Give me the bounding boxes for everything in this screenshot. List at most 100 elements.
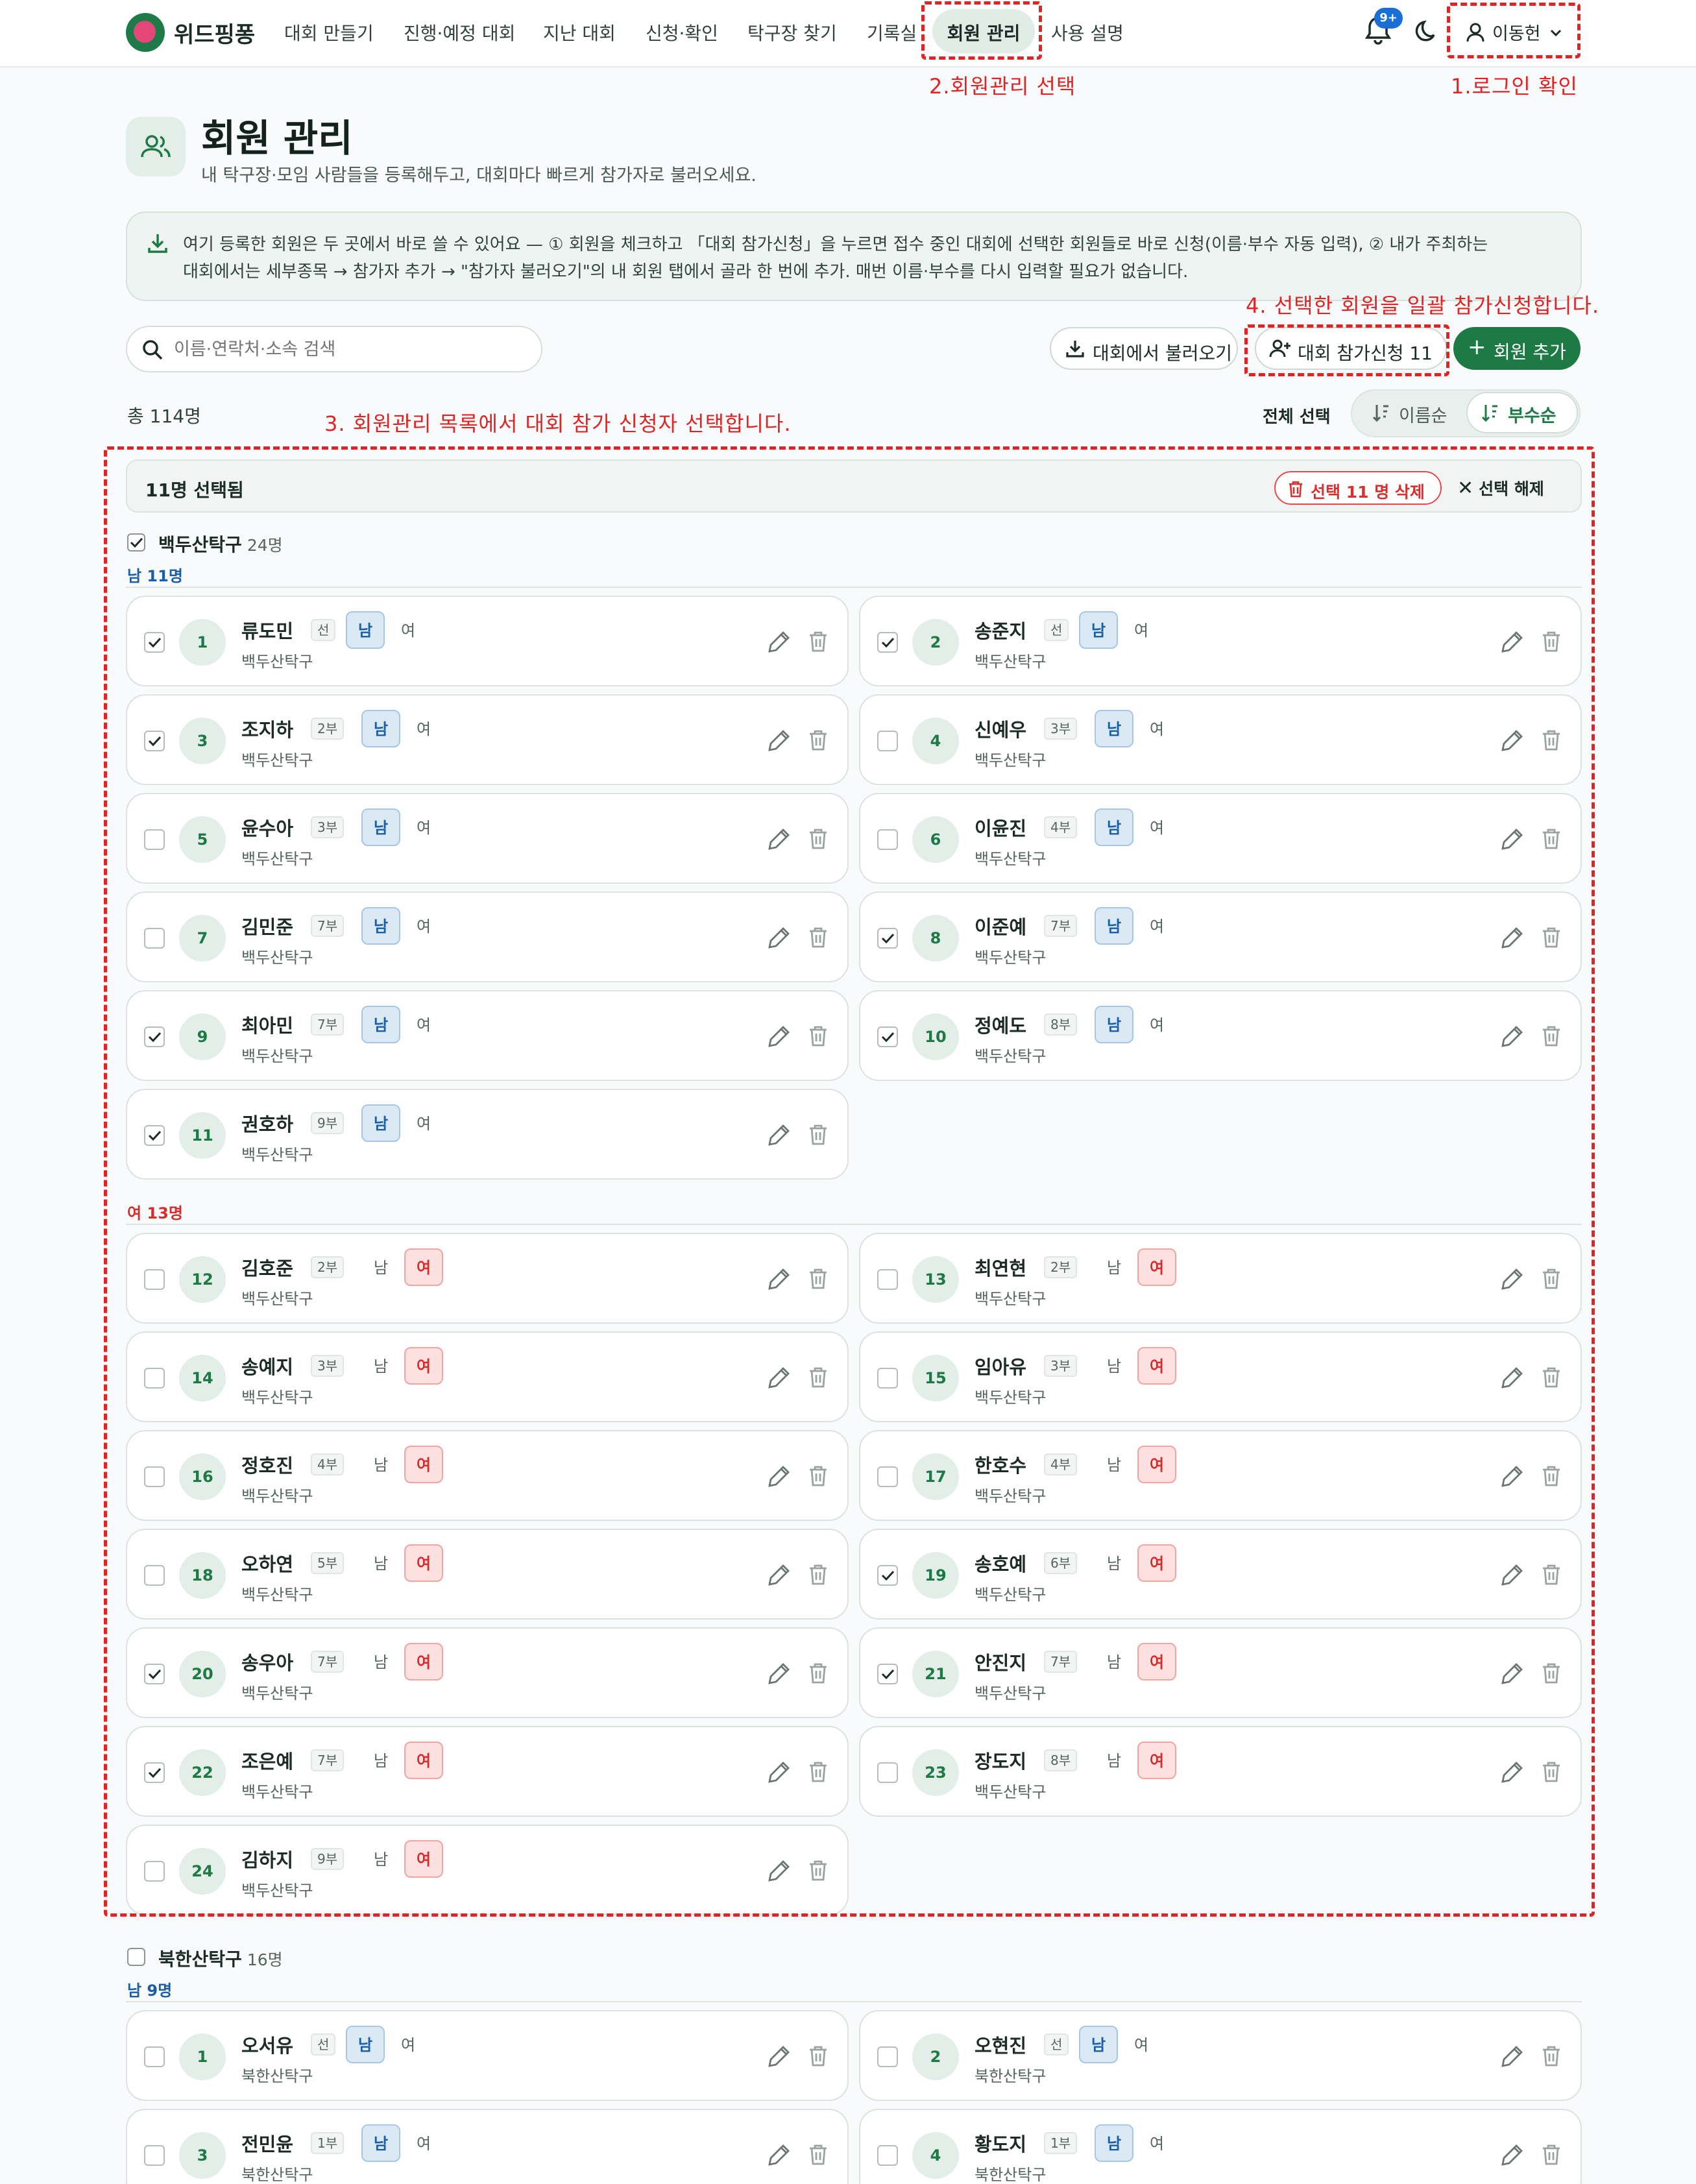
member-card[interactable]: 2 오현진 선 남 여 북한산탁구 xyxy=(859,2010,1582,2101)
nav-item[interactable]: 지난 대회 xyxy=(543,19,616,45)
delete-selected-button[interactable]: 선택 11 명 삭제 xyxy=(1274,471,1442,505)
member-checkbox[interactable] xyxy=(877,731,898,751)
member-checkbox[interactable] xyxy=(877,632,898,653)
gender-male-toggle[interactable]: 남 xyxy=(361,1446,400,1483)
edit-icon[interactable] xyxy=(766,1857,793,1884)
member-checkbox[interactable] xyxy=(144,2046,165,2067)
trash-icon[interactable] xyxy=(1538,1364,1565,1391)
member-card[interactable]: 7 김민준 7부 남 여 백두산탁구 xyxy=(126,892,849,982)
member-checkbox[interactable] xyxy=(144,632,165,653)
group-header[interactable]: 백두산탁구 24명 xyxy=(127,531,283,557)
member-checkbox[interactable] xyxy=(877,928,898,949)
member-checkbox[interactable] xyxy=(877,1269,898,1290)
member-checkbox[interactable] xyxy=(877,1565,898,1586)
member-checkbox[interactable] xyxy=(144,829,165,850)
member-card[interactable]: 5 윤수아 3부 남 여 백두산탁구 xyxy=(126,793,849,884)
trash-icon[interactable] xyxy=(1538,1758,1565,1786)
member-card[interactable]: 3 전민윤 1부 남 여 북한산탁구 xyxy=(126,2109,849,2184)
member-card[interactable]: 4 신예우 3부 남 여 백두산탁구 xyxy=(859,694,1582,785)
trash-icon[interactable] xyxy=(805,1462,832,1490)
nav-item[interactable]: 신청·확인 xyxy=(646,19,718,45)
trash-icon[interactable] xyxy=(1538,727,1565,754)
edit-icon[interactable] xyxy=(1499,825,1526,853)
import-from-tournament-button[interactable]: 대회에서 불러오기 xyxy=(1050,327,1238,370)
edit-icon[interactable] xyxy=(766,1121,793,1148)
trash-icon[interactable] xyxy=(805,1758,832,1786)
moon-icon[interactable] xyxy=(1413,17,1439,45)
gender-female-toggle[interactable]: 여 xyxy=(1137,1643,1176,1680)
gender-male-toggle[interactable]: 남 xyxy=(361,1544,400,1582)
trash-icon[interactable] xyxy=(1538,1462,1565,1490)
member-card[interactable]: 11 권호하 9부 남 여 백두산탁구 xyxy=(126,1089,849,1180)
group-checkbox[interactable] xyxy=(127,1948,145,1966)
trash-icon[interactable] xyxy=(1538,924,1565,951)
member-checkbox[interactable] xyxy=(877,1368,898,1389)
member-card[interactable]: 16 정호진 4부 남 여 백두산탁구 xyxy=(126,1430,849,1521)
group-header[interactable]: 북한산탁구 16명 xyxy=(127,1945,283,1971)
member-checkbox[interactable] xyxy=(144,1565,165,1586)
gender-male-toggle[interactable]: 남 xyxy=(361,907,400,945)
edit-icon[interactable] xyxy=(766,1364,793,1391)
edit-icon[interactable] xyxy=(766,825,793,853)
trash-icon[interactable] xyxy=(805,1023,832,1050)
gender-male-toggle[interactable]: 남 xyxy=(361,2124,400,2162)
edit-icon[interactable] xyxy=(1499,628,1526,655)
trash-icon[interactable] xyxy=(1538,2141,1565,2168)
logo-icon[interactable] xyxy=(126,13,165,52)
gender-male-toggle[interactable]: 남 xyxy=(361,1347,400,1385)
nav-item[interactable]: 진행·예정 대회 xyxy=(404,19,515,45)
gender-female-toggle[interactable]: 여 xyxy=(1137,1248,1176,1286)
nav-item[interactable]: 대회 만들기 xyxy=(284,19,374,45)
member-card[interactable]: 18 오하연 5부 남 여 백두산탁구 xyxy=(126,1529,849,1620)
trash-icon[interactable] xyxy=(805,1561,832,1588)
trash-icon[interactable] xyxy=(1538,825,1565,853)
clear-selection-button[interactable]: ✕ 선택 해제 xyxy=(1457,476,1544,500)
member-card[interactable]: 13 최연현 2부 남 여 백두산탁구 xyxy=(859,1233,1582,1324)
member-card[interactable]: 8 이준예 7부 남 여 백두산탁구 xyxy=(859,892,1582,982)
member-card[interactable]: 14 송예지 3부 남 여 백두산탁구 xyxy=(126,1331,849,1422)
member-card[interactable]: 23 장도지 8부 남 여 백두산탁구 xyxy=(859,1726,1582,1817)
member-checkbox[interactable] xyxy=(877,1664,898,1684)
member-checkbox[interactable] xyxy=(144,1664,165,1684)
gender-male-toggle[interactable]: 남 xyxy=(361,1104,400,1142)
trash-icon[interactable] xyxy=(1538,1561,1565,1588)
edit-icon[interactable] xyxy=(766,2043,793,2070)
trash-icon[interactable] xyxy=(805,2043,832,2070)
member-card[interactable]: 15 임아유 3부 남 여 백두산탁구 xyxy=(859,1331,1582,1422)
gender-male-toggle[interactable]: 남 xyxy=(1095,1248,1133,1286)
gender-male-toggle[interactable]: 남 xyxy=(1095,808,1133,846)
trash-icon[interactable] xyxy=(805,1265,832,1292)
trash-icon[interactable] xyxy=(1538,1660,1565,1687)
gender-female-toggle[interactable]: 여 xyxy=(404,1347,443,1385)
gender-female-toggle[interactable]: 여 xyxy=(404,1840,443,1878)
trash-icon[interactable] xyxy=(805,1660,832,1687)
member-checkbox[interactable] xyxy=(877,1762,898,1783)
trash-icon[interactable] xyxy=(1538,1023,1565,1050)
gender-male-toggle[interactable]: 남 xyxy=(1079,611,1118,649)
member-card[interactable]: 20 송우아 7부 남 여 백두산탁구 xyxy=(126,1627,849,1718)
member-checkbox[interactable] xyxy=(877,1466,898,1487)
nav-item[interactable]: 탁구장 찾기 xyxy=(747,19,837,45)
member-card[interactable]: 21 안진지 7부 남 여 백두산탁구 xyxy=(859,1627,1582,1718)
gender-female-toggle[interactable]: 여 xyxy=(404,1248,443,1286)
member-checkbox[interactable] xyxy=(144,1125,165,1146)
gender-female-toggle[interactable]: 여 xyxy=(1137,1006,1176,1043)
edit-icon[interactable] xyxy=(766,628,793,655)
trash-icon[interactable] xyxy=(805,727,832,754)
trash-icon[interactable] xyxy=(1538,1265,1565,1292)
trash-icon[interactable] xyxy=(805,628,832,655)
gender-female-toggle[interactable]: 여 xyxy=(404,1643,443,1680)
gender-female-toggle[interactable]: 여 xyxy=(1137,2124,1176,2162)
gender-female-toggle[interactable]: 여 xyxy=(1137,1741,1176,1779)
member-checkbox[interactable] xyxy=(877,2046,898,2067)
gender-male-toggle[interactable]: 남 xyxy=(361,1741,400,1779)
gender-female-toggle[interactable]: 여 xyxy=(389,611,428,649)
edit-icon[interactable] xyxy=(766,1462,793,1490)
trash-icon[interactable] xyxy=(805,825,832,853)
member-card[interactable]: 9 최아민 7부 남 여 백두산탁구 xyxy=(126,990,849,1081)
trash-icon[interactable] xyxy=(805,1857,832,1884)
edit-icon[interactable] xyxy=(766,1660,793,1687)
sort-by-name-button[interactable]: 이름순 xyxy=(1399,402,1448,427)
member-card[interactable]: 4 황도지 1부 남 여 북한산탁구 xyxy=(859,2109,1582,2184)
member-card[interactable]: 1 류도민 선 남 여 백두산탁구 xyxy=(126,596,849,686)
